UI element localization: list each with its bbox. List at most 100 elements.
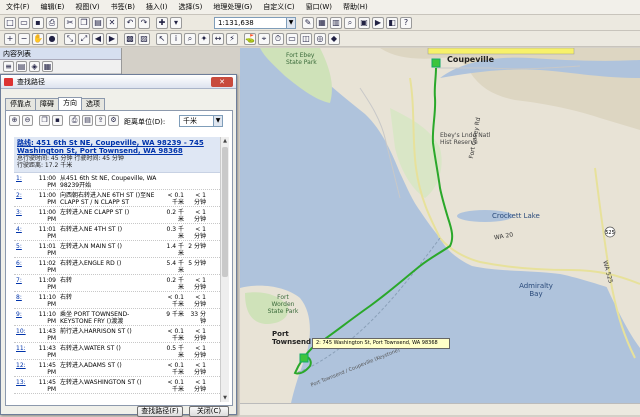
help-icon[interactable]: ? [400,17,412,29]
copy-icon[interactable]: ❐ [78,17,90,29]
step-number[interactable]: 9: [16,311,22,318]
clear-selection-icon[interactable]: ▨ [138,33,150,45]
menu-edit[interactable]: 编辑(E) [41,2,65,12]
export-icon[interactable]: ⇪ [95,115,106,126]
menu-customize[interactable]: 自定义(C) [263,2,294,12]
menu-windows[interactable]: 窗口(W) [306,2,332,12]
swipe-icon[interactable]: ◫ [300,33,312,45]
editor-icon[interactable]: ✎ [302,17,314,29]
step-number[interactable]: 6: [16,260,22,267]
undo-icon[interactable]: ↶ [124,17,136,29]
find-icon[interactable]: ⌕ [184,33,196,45]
zoom-out-icon[interactable]: − [18,33,30,45]
fixed-zoom-out-icon[interactable]: ⤢ [78,33,90,45]
chevron-down-icon[interactable]: ▼ [286,18,295,28]
step-number[interactable]: 1: [16,175,22,182]
step-number[interactable]: 5: [16,243,22,250]
directions-scrollbar[interactable]: ▲ ▼ [220,137,229,402]
step-number[interactable]: 12: [16,362,26,369]
list-by-source-icon[interactable]: ▤ [16,61,27,72]
menu-geoprocessing[interactable]: 地理处理(G) [213,2,252,12]
scroll-down-icon[interactable]: ▼ [221,394,229,402]
options-icon[interactable]: ⚙ [108,115,119,126]
step-number[interactable]: 13: [16,379,26,386]
direction-row[interactable]: 4: 11:01 PM 右转进入NE 4TH ST () 0.3 千米 < 1 分钟 [14,224,220,241]
distance-units-select[interactable]: 千米 ▼ [179,115,223,127]
direction-row[interactable]: 2: 11:00 PM 向西朝右转进入NE 6TH ST ()至NE CLAPP S… [14,190,220,207]
scroll-thumb[interactable] [222,147,228,277]
save-directions-icon[interactable]: ▪ [52,115,63,126]
back-extent-icon[interactable]: ◀ [92,33,104,45]
direction-row[interactable]: 12: 11:45 PM 左转进入ADAMS ST () < 0.1 千米 < 1 分钟 [14,360,220,377]
network-icon[interactable]: ✦ [198,33,210,45]
print-icon[interactable]: ⎙ [69,115,80,126]
toolbox-icon[interactable]: ▣ [358,17,370,29]
menu-selection[interactable]: 选择(S) [178,2,202,12]
print-icon[interactable]: ⎙ [46,17,58,29]
identify-icon[interactable]: i [170,33,182,45]
menu-help[interactable]: 帮助(H) [343,2,368,12]
modelbuilder-icon[interactable]: ◧ [386,17,398,29]
map-horizontal-scrollbar[interactable] [240,403,640,415]
direction-row[interactable]: 5: 11:01 PM 左转进入N MAIN ST () 1.4 千米 2 分钟 [14,241,220,258]
chevron-down-icon[interactable]: ▼ [213,116,222,126]
step-number[interactable]: 2: [16,192,22,199]
select-features-icon[interactable]: ▩ [124,33,136,45]
list-by-visibility-icon[interactable]: ◈ [29,61,40,72]
print-preview-icon[interactable]: ▤ [82,115,93,126]
copy-icon[interactable]: ❐ [39,115,50,126]
close-icon[interactable]: ✕ [211,77,233,87]
scroll-up-icon[interactable]: ▲ [221,137,229,145]
search-window-icon[interactable]: ⌕ [344,17,356,29]
zoom-step-icon[interactable]: ⊖ [22,115,33,126]
magnifier-icon[interactable]: ◎ [314,33,326,45]
time-slider-icon[interactable]: ⏱ [272,33,284,45]
stop-2-marker[interactable] [299,353,309,363]
new-icon[interactable]: □ [4,17,16,29]
step-number[interactable]: 10: [16,328,26,335]
direction-row[interactable]: 6: 11:02 PM 右转进入ENGLE RD () 5.4 千米 5 分钟 [14,258,220,275]
list-by-selection-icon[interactable]: ▦ [42,61,53,72]
direction-row[interactable]: 8: 11:10 PM 右转 < 0.1 千米 < 1 分钟 [14,292,220,309]
measure-icon[interactable]: ↔ [212,33,224,45]
direction-row[interactable]: 7: 11:09 PM 右转 0.2 千米 < 1 分钟 [14,275,220,292]
forward-extent-icon[interactable]: ▶ [106,33,118,45]
viewer-icon[interactable]: ▭ [286,33,298,45]
select-elements-icon[interactable]: ↖ [156,33,168,45]
route-link[interactable]: 路线: 451 6th St NE, Coupeville, WA 98239 … [17,139,217,155]
save-icon[interactable]: ▪ [32,17,44,29]
direction-row[interactable]: 3: 11:00 PM 左转进入NE CLAPP ST () 0.2 千米 < 1 分钟 [14,207,220,224]
menu-view[interactable]: 视图(V) [75,2,99,12]
step-number[interactable]: 11: [16,345,26,352]
menu-bookmarks[interactable]: 书签(B) [111,2,135,12]
add-data-icon[interactable]: ✚ [156,17,168,29]
tab-barriers[interactable]: 障碍 [35,98,59,110]
menu-file[interactable]: 文件(F) [6,2,30,12]
directions-list[interactable]: 路线: 451 6th St NE, Coupeville, WA 98239 … [14,137,220,402]
cut-icon[interactable]: ✂ [64,17,76,29]
direction-row[interactable]: 11: 11:43 PM 右转进入WATER ST () 0.5 千米 < 1 分钟 [14,343,220,360]
step-number[interactable]: 3: [16,209,22,216]
find-route-icon[interactable]: ⛳ [244,33,256,45]
table-icon[interactable]: ▦ [316,17,328,29]
find-route-button[interactable]: 查找路径(F) [137,406,183,417]
close-button[interactable]: 关闭(C) [189,406,229,417]
direction-row[interactable]: 10: 11:43 PM 前行进入HARRISON ST () < 0.1 千米 < 1… [14,326,220,343]
full-extent-icon[interactable]: ● [46,33,58,45]
map-view[interactable]: 525 Coupeville Fort Ebey State Park Ebey… [240,48,640,408]
direction-row[interactable]: 13: 11:45 PM 左转进入WASHINGTON ST () < 0.1 千米 <… [14,377,220,394]
open-icon[interactable]: ▭ [18,17,30,29]
map-scale-box[interactable]: 1:131,638 ▼ [214,17,296,29]
list-by-drawing-order-icon[interactable]: ≡ [3,61,14,72]
pan-icon[interactable]: ✋ [32,33,44,45]
layer-icon[interactable]: ◆ [328,33,340,45]
paste-icon[interactable]: ▤ [92,17,104,29]
direction-row[interactable]: 9: 11:10 PM 乘坐 PORT TOWNSEND-KEYSTONE FRY … [14,309,220,326]
direction-row[interactable]: 1: 11:00 PM 从451 6th St NE, Coupeville, WA… [14,173,220,190]
redo-icon[interactable]: ↷ [138,17,150,29]
zoom-to-icon[interactable]: ⊕ [9,115,20,126]
fixed-zoom-in-icon[interactable]: ⤡ [64,33,76,45]
catalog-icon[interactable]: ▥ [330,17,342,29]
zoom-in-icon[interactable]: + [4,33,16,45]
add-data-dropdown-icon[interactable]: ▾ [170,17,182,29]
